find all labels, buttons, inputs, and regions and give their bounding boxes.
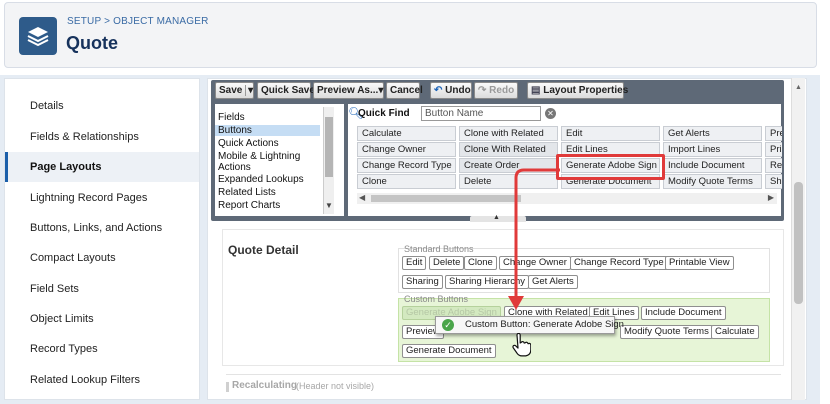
layout-button-delete[interactable]: Delete [429,256,465,270]
palette-item[interactable]: Clone With Related [459,142,558,157]
sidebar-item-object-limits[interactable]: Object Limits [5,304,199,334]
palette-item[interactable]: Calculate [357,126,456,141]
layout-properties-button[interactable]: ▤ Layout Properties [527,82,628,99]
sidebar-item-compact-layouts[interactable]: Compact Layouts [5,243,199,273]
chevron-down-icon: ▾ [245,85,254,96]
layout-button-modify-quote-terms[interactable]: Modify Quote Terms [620,325,713,339]
recalculating-title: Recalculating [232,380,298,391]
palette-item[interactable]: Clone [357,174,456,189]
editor-toolbar: Save ▾ Quick Save Preview As...▾ Cancel … [215,82,735,99]
redo-button[interactable]: ↷ Redo [474,82,518,99]
palette-item[interactable]: Get Alerts [663,126,762,141]
category-scroll-thumb[interactable] [325,117,333,177]
layout-button-calculate[interactable]: Calculate [711,325,759,339]
palette-item[interactable]: Pre [765,126,782,141]
palette-resize-handle[interactable]: ▲ [470,214,526,222]
sidebar-nav: Details Fields & Relationships Page Layo… [4,78,200,400]
scrollbar-thumb[interactable] [794,182,803,304]
standard-buttons-label: Standard Buttons [404,244,474,254]
category-scrollbar[interactable]: ▼ [323,107,334,214]
palette-item[interactable]: Change Owner [357,142,456,157]
sidebar-item-record-types[interactable]: Record Types [5,334,199,364]
layers-icon [19,17,57,55]
palette-item[interactable]: Change Record Type [357,158,456,173]
redo-icon: ↷ [478,85,487,96]
layout-button-change-record-type[interactable]: Change Record Type [570,256,668,270]
quick-find-input[interactable]: Button Name [421,106,541,121]
palette-item[interactable]: Edit [561,126,660,141]
sidebar-item-fields-relationships[interactable]: Fields & Relationships [5,122,199,152]
layout-button-generate-document[interactable]: Generate Document [402,344,496,358]
page-header: SETUP > OBJECT MANAGER Quote [4,2,817,68]
hand-cursor-icon [511,332,532,363]
save-button[interactable]: Save ▾ [215,82,254,99]
checkmark-icon: ✓ [442,319,454,331]
category-report-charts[interactable]: Report Charts [215,200,320,211]
scroll-up-icon[interactable]: ▲ [795,84,802,91]
quick-save-button[interactable]: Quick Save [257,82,315,99]
palette-item[interactable]: Clone with Related [459,126,558,141]
palette-item[interactable]: Modify Quote Terms [663,174,762,189]
palette-divider [344,104,348,216]
palette-item[interactable]: Sh [765,174,782,189]
category-buttons[interactable]: Buttons [215,125,320,136]
layout-button-change-owner[interactable]: Change Owner [499,256,571,270]
section-marker [226,382,229,392]
drag-tooltip: ✓ Custom Button: Generate Adobe Sign [435,316,624,334]
sidebar-item-buttons-links-actions[interactable]: Buttons, Links, and Actions [5,213,199,243]
section-title: Quote Detail [228,243,299,257]
quick-find-row: 🔍︎ Quick Find Button Name ✕ [348,106,770,122]
chevron-right-icon[interactable]: ▶ [768,193,774,202]
palette-item[interactable]: Pri [765,142,782,157]
clear-icon[interactable]: ✕ [545,108,556,119]
highlight-box [556,154,665,180]
breadcrumb[interactable]: SETUP > OBJECT MANAGER [67,16,209,27]
category-fields[interactable]: Fields [215,112,320,123]
properties-icon: ▤ [531,85,541,96]
layout-button-sharing-hierarchy[interactable]: Sharing Hierarchy [445,275,530,289]
sidebar-item-field-sets[interactable]: Field Sets [5,274,199,304]
palette-item[interactable]: Create Order [459,158,558,173]
layout-button-clone[interactable]: Clone [464,256,497,270]
palette-horizontal-scrollbar[interactable]: ◀ ▶ [357,193,777,204]
undo-button[interactable]: ↶ Undo [430,82,472,99]
chevron-down-icon[interactable]: ▼ [325,201,333,210]
category-related-lists[interactable]: Related Lists [215,187,320,198]
undo-icon: ↶ [434,85,443,96]
category-quick-actions[interactable]: Quick Actions [215,138,320,149]
layout-button-include-document[interactable]: Include Document [641,306,726,320]
horizontal-scroll-thumb[interactable] [371,195,521,202]
layout-button-get-alerts[interactable]: Get Alerts [528,275,578,289]
page-title: Quote [66,33,118,53]
preview-as-button[interactable]: Preview As...▾ [313,82,384,99]
palette-item[interactable]: Delete [459,174,558,189]
palette-item[interactable]: Re [765,158,782,173]
sidebar-item-lightning-record-pages[interactable]: Lightning Record Pages [5,183,199,213]
palette-category-list: Fields Buttons Quick Actions Mobile & Li… [215,107,335,214]
category-expanded-lookups[interactable]: Expanded Lookups [215,174,320,185]
category-mobile-lightning-actions[interactable]: Mobile & Lightning Actions [215,151,325,173]
quick-find-label: Quick Find [358,108,410,119]
layout-button-edit[interactable]: Edit [402,256,427,270]
palette-item[interactable]: Include Document [663,158,762,173]
custom-buttons-label: Custom Buttons [404,294,469,304]
sidebar-item-related-lookup-filters[interactable]: Related Lookup Filters [5,365,199,395]
sidebar-item-details[interactable]: Details [5,91,199,121]
palette-item[interactable]: Import Lines [663,142,762,157]
recalculating-note: (Header not visible) [296,381,375,391]
recalculating-section: Recalculating (Header not visible) [226,374,781,394]
layout-button-printable-view[interactable]: Printable View [665,256,734,270]
layout-button-sharing[interactable]: Sharing [402,275,443,289]
chevron-left-icon[interactable]: ◀ [359,193,365,202]
page-scrollbar[interactable]: ▲ [791,78,805,400]
cancel-button[interactable]: Cancel [386,82,423,99]
chevron-down-icon: ▾ [378,85,384,96]
sidebar-item-page-layouts[interactable]: Page Layouts [5,152,199,182]
chevron-up-icon: ▲ [493,214,500,221]
